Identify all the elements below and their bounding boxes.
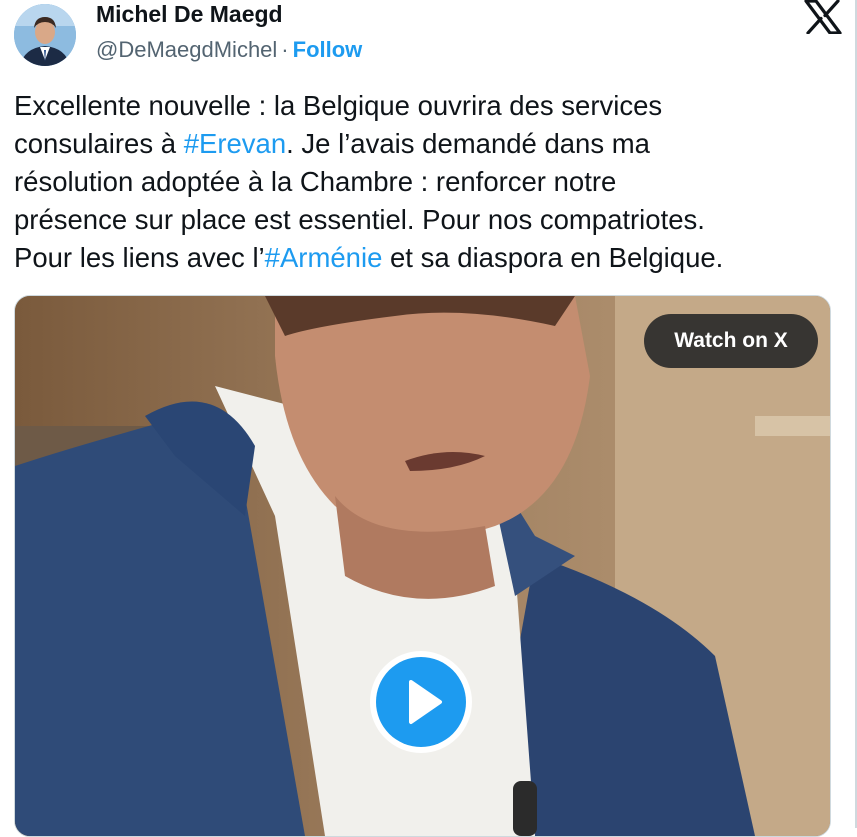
video-player[interactable]: Watch on X: [14, 295, 831, 837]
x-logo-icon[interactable]: [804, 0, 842, 34]
tweet-line: consulaires à #Erevan. Je l’avais demand…: [14, 125, 834, 163]
tweet-line: Pour les liens avec l’#Arménie et sa dia…: [14, 239, 834, 277]
tweet-line: présence sur place est essentiel. Pour n…: [14, 201, 834, 239]
tweet-line: résolution adoptée à la Chambre : renfor…: [14, 163, 834, 201]
tweet-text-segment: Pour les liens avec l’: [14, 242, 265, 273]
tweet-text-segment: consulaires à: [14, 128, 184, 159]
hashtag-link[interactable]: #Erevan: [184, 128, 286, 159]
author-name[interactable]: Michel De Maegd: [96, 1, 283, 28]
author-avatar[interactable]: [14, 4, 76, 66]
follow-button[interactable]: Follow: [293, 37, 363, 62]
tweet-line: Excellente nouvelle : la Belgique ouvrir…: [14, 87, 834, 125]
play-button[interactable]: [370, 651, 472, 753]
play-icon: [376, 657, 466, 747]
tweet-text-segment: Excellente nouvelle : la Belgique ouvrir…: [14, 90, 663, 121]
tweet-text-segment: et sa diaspora en Belgique.: [382, 242, 724, 273]
meta-separator: ·: [281, 37, 289, 62]
watch-on-x-button[interactable]: Watch on X: [644, 314, 818, 368]
tweet-text-segment: . Je l’avais demandé dans ma: [286, 128, 650, 159]
tweet-text-segment: résolution adoptée à la Chambre : renfor…: [14, 166, 617, 197]
video-thumbnail: [15, 296, 830, 836]
author-meta: @DeMaegdMichel · Follow: [96, 37, 362, 63]
tweet-text: Excellente nouvelle : la Belgique ouvrir…: [14, 87, 834, 277]
hashtag-link[interactable]: #Arménie: [265, 242, 383, 273]
tweet-header: Michel De Maegd @DeMaegdMichel · Follow: [14, 0, 844, 76]
author-handle[interactable]: @DeMaegdMichel: [96, 37, 277, 62]
tweet-text-segment: présence sur place est essentiel. Pour n…: [14, 204, 705, 235]
